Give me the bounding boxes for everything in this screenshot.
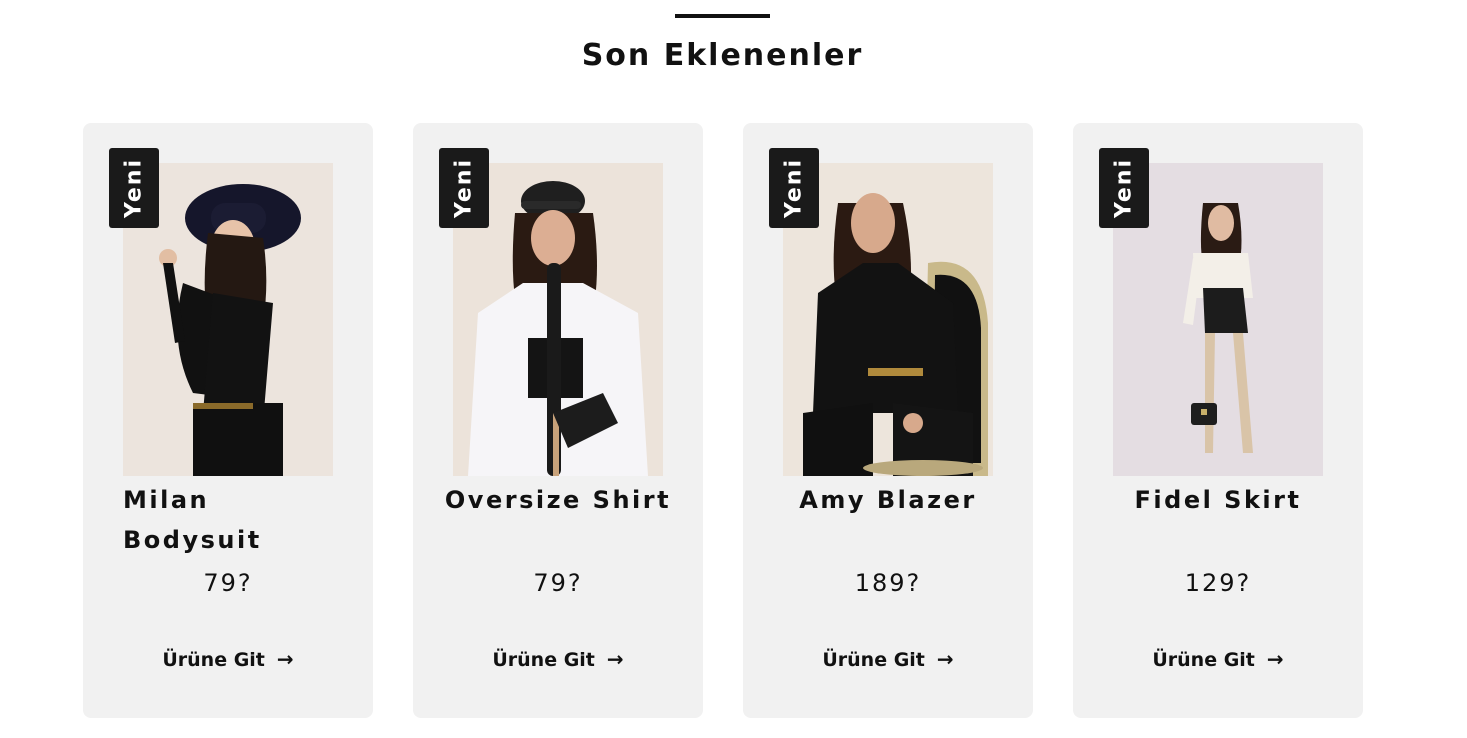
new-badge: Yeni	[109, 148, 159, 228]
new-badge-label: Yeni	[451, 157, 477, 219]
product-name[interactable]: Amy Blazer	[743, 480, 1033, 520]
go-to-product-label: Ürüne Git	[162, 649, 265, 671]
product-name[interactable]: Milan Bodysuit	[123, 480, 303, 560]
new-badge: Yeni	[769, 148, 819, 228]
product-card-amy-blazer[interactable]: Yeni Amy Blazer 189? Ürüne Git →	[743, 123, 1033, 718]
new-badge: Yeni	[439, 148, 489, 228]
product-price: 79?	[533, 569, 583, 597]
arrow-right-icon: →	[276, 647, 294, 671]
go-to-product-link[interactable]: Ürüne Git →	[413, 647, 703, 671]
product-card-fidel-skirt[interactable]: Yeni Fidel Skirt 129? Ürüne Git →	[1073, 123, 1363, 718]
section-title: Son Eklenenler	[581, 38, 864, 73]
arrow-right-icon: →	[1266, 647, 1284, 671]
arrow-right-icon: →	[936, 647, 954, 671]
go-to-product-link[interactable]: Ürüne Git →	[743, 647, 1033, 671]
title-underline	[675, 14, 770, 18]
go-to-product-link[interactable]: Ürüne Git →	[1073, 647, 1363, 671]
product-name[interactable]: Fidel Skirt	[1073, 480, 1363, 520]
arrow-right-icon: →	[606, 647, 624, 671]
go-to-product-link[interactable]: Ürüne Git →	[83, 647, 373, 671]
page: Son Eklenenler Yeni Milan Bodysuit 79? Ü…	[0, 0, 1467, 738]
product-card-milan-bodysuit[interactable]: Yeni Milan Bodysuit 79? Ürüne Git →	[83, 123, 373, 718]
new-badge-label: Yeni	[781, 157, 807, 219]
go-to-product-label: Ürüne Git	[822, 649, 925, 671]
product-price: 79?	[203, 569, 253, 597]
go-to-product-label: Ürüne Git	[492, 649, 595, 671]
product-name[interactable]: Oversize Shirt	[413, 480, 703, 520]
product-price: 129?	[1184, 569, 1252, 597]
product-card-oversize-shirt[interactable]: Yeni Oversize Shirt 79? Ürüne Git →	[413, 123, 703, 718]
new-badge-label: Yeni	[121, 157, 147, 219]
new-badge: Yeni	[1099, 148, 1149, 228]
product-price: 189?	[854, 569, 922, 597]
go-to-product-label: Ürüne Git	[1152, 649, 1255, 671]
new-badge-label: Yeni	[1111, 157, 1137, 219]
